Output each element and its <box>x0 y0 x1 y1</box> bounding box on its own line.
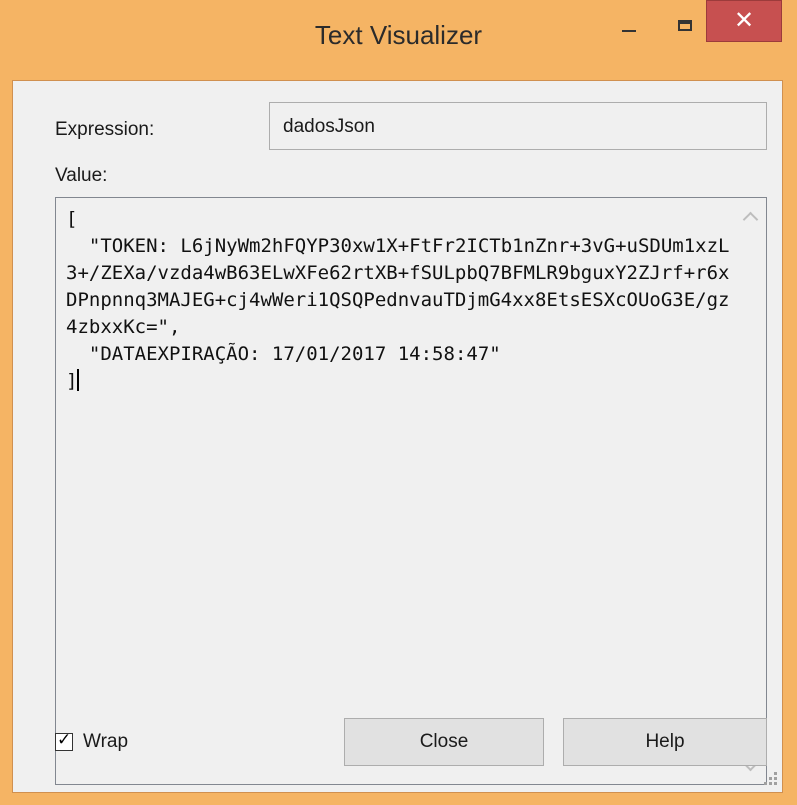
resize-grip[interactable] <box>760 770 778 788</box>
value-content: [ "TOKEN: L6jNyWm2hFQYP30xw1X+FtFr2ICTb1… <box>66 208 730 392</box>
maximize-button[interactable] <box>664 0 706 44</box>
close-button[interactable]: Close <box>344 718 544 766</box>
text-caret <box>77 369 80 391</box>
value-text[interactable]: [ "TOKEN: L6jNyWm2hFQYP30xw1X+FtFr2ICTb1… <box>56 198 734 784</box>
vertical-scrollbar[interactable] <box>734 198 766 784</box>
minimize-icon <box>622 30 636 32</box>
chevron-up-icon <box>742 211 759 228</box>
value-textarea[interactable]: [ "TOKEN: L6jNyWm2hFQYP30xw1X+FtFr2ICTb1… <box>55 197 767 785</box>
dialog-client-area: Expression: dadosJson Value: [ "TOKEN: L… <box>12 80 783 793</box>
minimize-button[interactable] <box>598 0 660 44</box>
scroll-up-button[interactable] <box>734 202 766 232</box>
expression-label: Expression: <box>55 119 155 140</box>
value-label: Value: <box>55 165 108 186</box>
wrap-checkbox[interactable]: ✓ <box>55 730 73 751</box>
wrap-label[interactable]: Wrap <box>83 731 128 753</box>
close-icon: ✕ <box>733 6 755 34</box>
maximize-icon <box>678 20 692 31</box>
expression-field[interactable]: dadosJson <box>269 102 767 150</box>
help-button[interactable]: Help <box>563 718 767 766</box>
title-bar[interactable]: Text Visualizer ✕ <box>0 0 797 80</box>
checkmark-icon: ✓ <box>57 730 72 750</box>
window-close-button[interactable]: ✕ <box>706 0 782 42</box>
text-visualizer-window: Text Visualizer ✕ Expression: dadosJson … <box>0 0 797 805</box>
